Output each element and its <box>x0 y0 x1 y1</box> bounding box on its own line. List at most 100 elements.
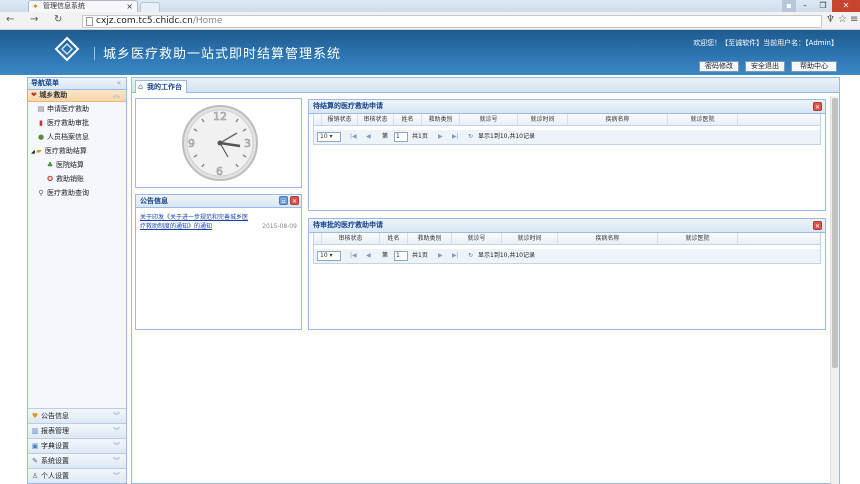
nav-item-hospital-settlement[interactable]: ♣ 医院结算 <box>28 158 126 172</box>
tab-close-icon[interactable]: × <box>126 1 133 12</box>
first-page-icon[interactable]: |◀ <box>350 130 357 144</box>
column-header[interactable]: 就诊时间 <box>502 233 558 244</box>
search-icon: ⚲ <box>38 189 44 197</box>
notice-item: 关于印发《关于进一步规范和完善城乡医疗救助制度的通知》的通知 2015-08-0… <box>136 208 301 236</box>
svg-text:6: 6 <box>216 165 223 178</box>
column-header[interactable]: 就诊医院 <box>658 233 738 244</box>
clock-panel: 12 9 3 6 <box>135 98 302 188</box>
logout-button[interactable]: 安全退出 <box>745 61 785 72</box>
vertical-scrollbar[interactable] <box>830 96 839 484</box>
back-icon[interactable]: ← <box>6 14 14 25</box>
nav-item-apply[interactable]: ▤ 申请医疗救助 <box>28 102 126 116</box>
first-page-icon[interactable]: |◀ <box>350 249 357 263</box>
column-header[interactable]: 姓名 <box>394 114 422 125</box>
column-header[interactable]: 疾病名称 <box>558 233 658 244</box>
last-page-icon[interactable]: ▶| <box>452 130 459 144</box>
nav-item-writeoff[interactable]: ✪ 救助销账 <box>28 172 126 186</box>
column-header[interactable]: 就诊医院 <box>668 114 738 125</box>
column-header[interactable]: 就诊号 <box>460 114 518 125</box>
home-icon: ⌂ <box>138 82 144 91</box>
nav-section-notice[interactable]: ♥ 公告信息 ︾ <box>28 408 126 423</box>
workspace-tabstrip: ⌂ 我的工作台 <box>132 78 839 93</box>
page-number-input[interactable]: 1 <box>394 132 408 142</box>
browser-tab[interactable]: ✦ 管理信息系统 × <box>28 0 138 12</box>
column-header[interactable]: 就诊号 <box>452 233 502 244</box>
app-header: 城乡医疗救助一站式即时结算管理系统 欢迎您！【至诚软件】当前用户名：【Admin… <box>0 30 860 75</box>
pager-summary: 显示1到10,共10记录 <box>478 252 535 259</box>
reload-icon[interactable]: ↻ <box>54 14 62 25</box>
column-header[interactable]: 救助类别 <box>422 114 460 125</box>
user-icon: ♙ <box>31 472 39 480</box>
notice-link[interactable]: 关于印发《关于进一步规范和完善城乡医疗救助制度的通知》的通知 <box>140 213 250 231</box>
total-pages: 共1页 <box>412 133 428 140</box>
nav-section-system[interactable]: ✎ 系统设置 ︾ <box>28 453 126 468</box>
restore-icon[interactable]: ❐ <box>814 0 832 12</box>
browser-titlebar: ✦ 管理信息系统 × ▪ – ❐ ✕ <box>0 0 860 12</box>
url-input[interactable]: cxjz.com.tc5.chidc.cn/Home <box>82 15 822 28</box>
profile-icon[interactable]: ▪ <box>782 0 796 12</box>
page-label: 第 <box>382 133 389 140</box>
pager-summary: 显示1到10,共10记录 <box>478 133 535 140</box>
people-icon: ● <box>37 133 45 141</box>
tools-icon[interactable]: ♆ <box>826 14 835 25</box>
total-pages: 共1页 <box>412 252 428 259</box>
column-header[interactable]: 救助类别 <box>408 233 452 244</box>
page-number-input[interactable]: 1 <box>394 251 408 261</box>
column-header[interactable]: 审核状态 <box>322 233 380 244</box>
new-tab-button[interactable] <box>140 2 160 12</box>
menu-icon[interactable]: ≡ <box>850 14 858 25</box>
column-header[interactable]: 审核状态 <box>358 114 394 125</box>
nav-item-archive[interactable]: ● 人员档案信息 <box>28 130 126 144</box>
panel-restore-icon[interactable]: ▫ <box>279 196 288 205</box>
welcome-text: 欢迎您！【至诚软件】当前用户名：【Admin】 <box>693 39 838 47</box>
help-center-button[interactable]: 帮助中心 <box>791 61 837 72</box>
scrollbar-thumb[interactable] <box>832 98 838 368</box>
tab-favicon-icon: ✦ <box>32 2 39 11</box>
next-page-icon[interactable]: ▶ <box>438 249 443 263</box>
app-logo-icon <box>54 36 80 62</box>
report-icon: ▥ <box>31 427 39 435</box>
column-header[interactable]: 疾病名称 <box>568 114 668 125</box>
prev-page-icon[interactable]: ◀ <box>366 249 371 263</box>
window-close-icon[interactable]: ✕ <box>832 0 860 12</box>
last-page-icon[interactable]: ▶| <box>452 249 459 263</box>
notice-panel-header: 公告信息 ▫ ✕ <box>136 195 301 208</box>
refresh-icon[interactable]: ↻ <box>468 130 473 144</box>
column-header[interactable]: 报销状态 <box>322 114 358 125</box>
chevron-up-icon: ︽ <box>113 91 120 99</box>
forward-icon[interactable]: → <box>30 14 38 25</box>
grid-close-icon[interactable]: ✕ <box>813 102 822 111</box>
minimize-icon[interactable]: – <box>796 0 814 12</box>
document-icon: ▮ <box>39 119 43 127</box>
tab-my-workspace[interactable]: ⌂ 我的工作台 <box>135 80 187 93</box>
nav-section-dictionary[interactable]: ▣ 字典设置 ︾ <box>28 438 126 453</box>
page-size-select[interactable]: 10 ▾ <box>317 132 341 142</box>
grid-column-headers: 审核状态 姓名 救助类别 就诊号 就诊时间 疾病名称 就诊医院 <box>313 233 821 245</box>
prev-page-icon[interactable]: ◀ <box>366 130 371 144</box>
column-header[interactable]: 姓名 <box>380 233 408 244</box>
notice-date: 2015-08-09 <box>262 223 297 230</box>
nav-section-personal[interactable]: ♙ 个人设置 ︾ <box>28 468 126 483</box>
collapse-icon[interactable]: « <box>117 78 121 89</box>
svg-text:3: 3 <box>244 137 251 150</box>
nav-item-settlement[interactable]: ◢▰ 医疗救助结算 <box>28 144 126 158</box>
grid-close-icon[interactable]: ✕ <box>813 221 822 230</box>
panel-close-icon[interactable]: ✕ <box>290 196 299 205</box>
nav-item-query[interactable]: ⚲ 医疗救助查询 <box>28 186 126 200</box>
nav-section-report[interactable]: ▥ 报表管理 ︾ <box>28 423 126 438</box>
column-header[interactable]: 就诊时间 <box>518 114 568 125</box>
window-controls: ▪ – ❐ ✕ <box>782 0 860 12</box>
change-password-button[interactable]: 密码修改 <box>699 61 739 72</box>
refresh-icon[interactable]: ↻ <box>468 249 473 263</box>
folder-icon: ▰ <box>36 147 42 155</box>
notice-icon: ♥ <box>31 412 39 420</box>
next-page-icon[interactable]: ▶ <box>438 130 443 144</box>
bookmark-star-icon[interactable]: ☆ <box>838 14 847 25</box>
form-icon: ▤ <box>37 105 45 113</box>
chevron-down-icon: ︾ <box>113 472 120 480</box>
pending-review-grid: 待审批的医疗救助申请 ✕ 审核状态 姓名 救助类别 就诊号 就诊时间 疾病名称 … <box>308 218 826 330</box>
page-size-select[interactable]: 10 ▾ <box>317 251 341 261</box>
nav-section-urban-rural[interactable]: ❤ 城乡救助 ︽ <box>28 90 126 102</box>
nav-panel: 导航菜单 « ❤ 城乡救助 ︽ ▤ 申请医疗救助 ▮ 医疗救助审批 ● 人员档案信息 … <box>27 77 127 484</box>
nav-item-approve[interactable]: ▮ 医疗救助审批 <box>28 116 126 130</box>
